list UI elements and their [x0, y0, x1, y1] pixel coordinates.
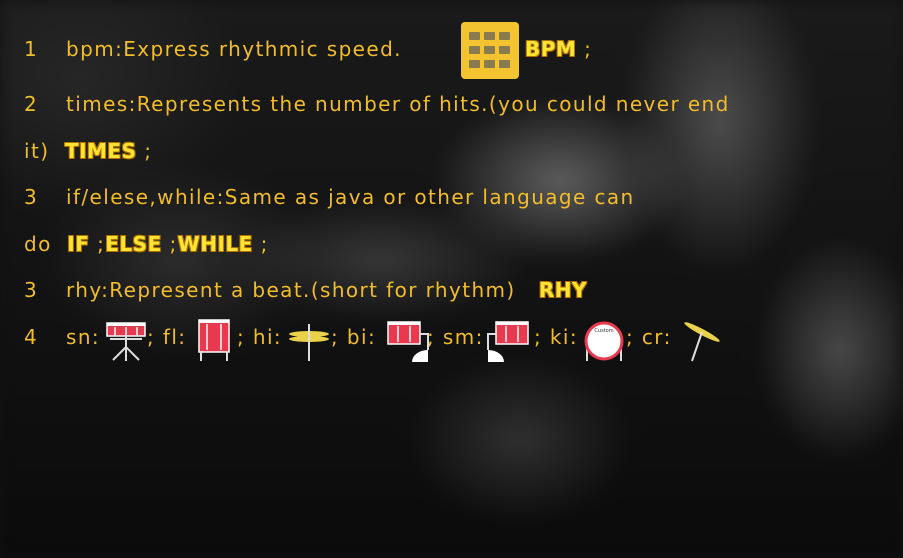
line-text: it) — [24, 139, 50, 163]
line-number: 2 — [24, 92, 39, 116]
line-bpm: 1 bpm:Express rhythmic speed. — [24, 37, 402, 61]
line-number: 3 — [24, 185, 39, 209]
hi-hat-icon[interactable] — [288, 320, 330, 362]
else-keyword[interactable]: ELSE — [105, 232, 161, 256]
line-times-cont: it) TIMES ; — [24, 139, 152, 163]
bpm-keyword[interactable]: BPM — [525, 37, 576, 61]
snare-drum-icon[interactable] — [105, 320, 147, 362]
rhy-keyword[interactable]: RHY — [539, 278, 587, 302]
line-text: do — [24, 232, 52, 256]
times-keyword[interactable]: TIMES — [65, 139, 137, 163]
block-grid-icon[interactable] — [461, 22, 519, 79]
kick-drum-icon[interactable]: Custom — [583, 320, 625, 362]
ki-label: ; ki: — [534, 325, 578, 349]
line-text: times:Represents the number of hits.(you… — [66, 92, 730, 116]
line-text: bpm:Express rhythmic speed. — [66, 37, 402, 61]
separator: ; — [161, 232, 178, 256]
floor-tom-icon[interactable] — [195, 318, 233, 362]
separator: ; — [576, 37, 593, 61]
line-number: 1 — [24, 37, 39, 61]
line-number-instruments: 4 — [24, 325, 66, 349]
cr-label: ; cr: — [626, 325, 672, 349]
separator: ; — [136, 139, 153, 163]
sn-label: sn: — [66, 325, 101, 349]
hi-label: ; hi: — [237, 325, 283, 349]
separator: ; — [89, 232, 106, 256]
bass-tom-icon[interactable] — [386, 320, 430, 362]
line-times: 2 times:Represents the number of hits.(yo… — [24, 92, 730, 116]
bpm-keyword-group: BPM ; — [525, 37, 592, 61]
kick-drum-label: Custom — [594, 328, 613, 334]
line-text: rhy:Represent a beat.(short for rhythm) — [66, 278, 516, 302]
while-keyword[interactable]: WHILE — [178, 232, 253, 256]
line-rhy: 3 rhy:Represent a beat.(short for rhythm)… — [24, 278, 587, 302]
small-tom-icon[interactable] — [486, 320, 530, 362]
separator: ; — [252, 232, 269, 256]
sm-label: ; sm: — [427, 325, 484, 349]
fl-label: ; fl: — [147, 325, 187, 349]
bi-label: ; bi: — [331, 325, 377, 349]
line-control: 3 if/elese,while:Same as java or other la… — [24, 185, 635, 209]
if-keyword[interactable]: IF — [67, 232, 89, 256]
line-text: if/elese,while:Same as java or other lan… — [66, 185, 635, 209]
line-number: 3 — [24, 278, 39, 302]
line-number: 4 — [24, 325, 39, 349]
line-control-cont: do IF ;ELSE ;WHILE ; — [24, 232, 269, 256]
crash-cymbal-icon[interactable] — [678, 320, 722, 362]
